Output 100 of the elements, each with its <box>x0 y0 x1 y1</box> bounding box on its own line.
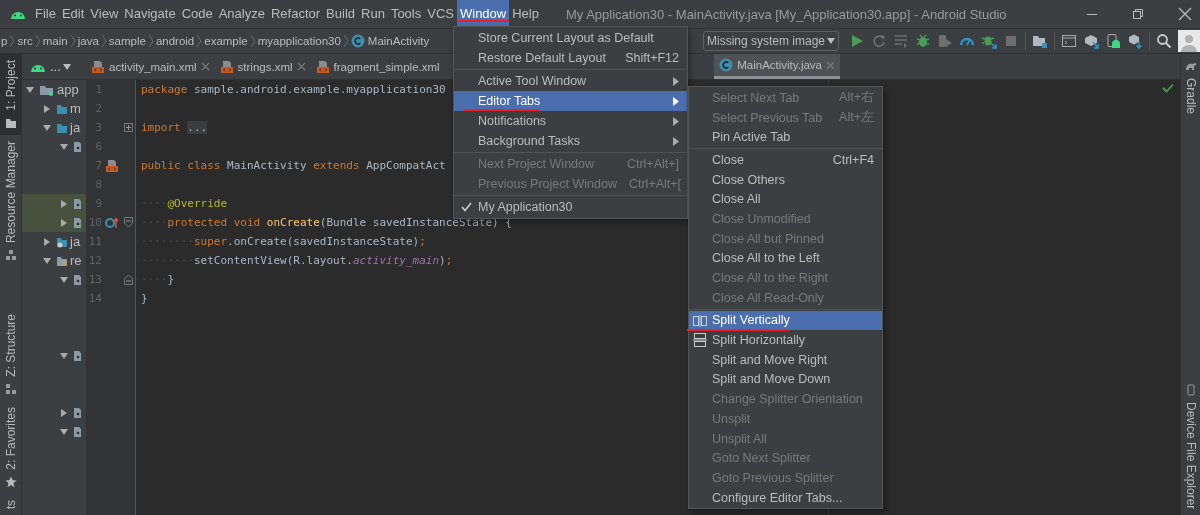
chevron-icon <box>100 34 107 48</box>
editor-tab[interactable]: fragment_simple.xml <box>310 54 445 79</box>
menu-item[interactable]: Split and Move Down <box>689 369 882 390</box>
tree-row[interactable] <box>22 213 86 232</box>
menu-item[interactable]: Refactor <box>267 0 324 28</box>
search-icon[interactable] <box>1156 33 1172 49</box>
menu-item[interactable]: Build <box>323 0 358 28</box>
tree-row[interactable]: re <box>22 251 86 270</box>
tree-row[interactable] <box>22 194 86 213</box>
menu-item[interactable]: Configure Editor Tabs... <box>689 487 882 508</box>
menu-item[interactable]: File <box>32 0 59 28</box>
menu-item[interactable]: Pin Active Tab <box>689 127 882 148</box>
editor-tab[interactable]: activity_main.xml <box>86 54 215 79</box>
menu-item[interactable]: Editor Tabs <box>454 91 687 111</box>
menu-item[interactable]: Split Vertically <box>689 310 882 331</box>
window-icon[interactable] <box>1061 33 1077 49</box>
menu-item[interactable]: Help <box>509 0 542 28</box>
breadcrumb-item[interactable]: main <box>42 35 68 47</box>
tree-row[interactable]: app <box>22 80 86 99</box>
box-arrow-icon[interactable] <box>1083 33 1099 49</box>
menu-item[interactable]: Window <box>456 0 510 28</box>
expanded-arrow-icon[interactable] <box>43 123 51 132</box>
checkmark-icon <box>1162 83 1174 93</box>
collapsed-arrow-icon[interactable] <box>60 199 68 208</box>
fold-start-icon[interactable] <box>124 217 133 228</box>
editor-tab[interactable]: strings.xml <box>214 54 311 79</box>
menu-item[interactable]: Close All to the Left <box>689 248 882 269</box>
collapsed-arrow-icon[interactable] <box>43 237 51 246</box>
code-line: package sample.android.example.myapplication30 <box>141 83 446 96</box>
expanded-arrow-icon[interactable] <box>60 351 68 360</box>
close-icon[interactable] <box>296 62 306 71</box>
override-marker-icon[interactable] <box>105 216 119 229</box>
editor-tab[interactable]: MainActivity.java <box>714 54 840 79</box>
breadcrumb-item[interactable]: example <box>204 35 248 47</box>
expanded-arrow-icon[interactable] <box>60 275 68 284</box>
layout-file-icon <box>315 59 330 74</box>
tool-window-tab[interactable]: Z: Structure <box>0 308 21 401</box>
menu-item[interactable]: Active Tool Window <box>454 71 687 91</box>
breadcrumb-item[interactable]: java <box>77 35 99 47</box>
tree-row[interactable]: ja <box>22 232 86 251</box>
expanded-arrow-icon[interactable] <box>43 256 51 265</box>
menu-item[interactable]: Tools <box>387 0 425 28</box>
menu-item[interactable]: Split Horizontally <box>689 330 882 350</box>
breadcrumb-item[interactable]: sample <box>108 35 146 47</box>
cube-icon[interactable] <box>1127 33 1143 49</box>
fold-end-icon[interactable] <box>124 274 133 285</box>
file-icon <box>74 197 81 210</box>
expanded-arrow-icon[interactable] <box>60 427 68 436</box>
run-configuration-dropdown[interactable]: Missing system image <box>702 31 839 51</box>
tool-window-tab[interactable]: ts <box>0 493 21 515</box>
breadcrumb-item[interactable]: MainActivity <box>350 34 430 48</box>
menu-item[interactable]: Edit <box>58 0 88 28</box>
breadcrumb-item[interactable]: android <box>155 35 195 47</box>
menu-item[interactable]: Close Others <box>689 169 882 190</box>
menu-item[interactable]: Restore Default Layout Shift+F12 <box>454 48 687 68</box>
breadcrumb-item[interactable]: myapplication30 <box>257 35 341 47</box>
collapsed-arrow-icon[interactable] <box>60 408 68 417</box>
collapsed-arrow-icon[interactable] <box>43 104 51 113</box>
tree-row[interactable]: m <box>22 99 86 118</box>
menu-item[interactable]: View <box>87 0 122 28</box>
tool-window-tab[interactable]: 1: Project <box>0 54 21 135</box>
project-view-dropdown[interactable]: ... <box>50 59 71 74</box>
menu-item[interactable]: Split and Move Right <box>689 349 882 370</box>
restore-button[interactable] <box>1132 8 1144 20</box>
menu-item[interactable]: Code <box>178 0 216 28</box>
expanded-arrow-icon[interactable] <box>60 142 68 151</box>
menu-item[interactable]: My Application30 <box>454 197 687 217</box>
menu-item[interactable]: Navigate <box>121 0 179 28</box>
menu-item[interactable]: Run <box>358 0 388 28</box>
close-icon[interactable] <box>200 62 210 71</box>
tree-row[interactable]: ja <box>22 118 86 137</box>
expanded-arrow-icon[interactable] <box>26 85 34 94</box>
code-line: } <box>141 292 148 305</box>
android-logo-icon <box>10 9 26 19</box>
menu-item[interactable]: Close Ctrl+F4 <box>689 150 882 170</box>
tool-window-tab[interactable]: Resource Manager <box>0 134 21 267</box>
phone-icon[interactable] <box>1105 33 1121 49</box>
menu-item[interactable]: Background Tasks <box>454 131 687 151</box>
tool-window-tab[interactable]: Device File Explorer <box>1181 377 1200 515</box>
folder-icon <box>57 235 67 248</box>
chevron-icon <box>34 34 41 48</box>
breadcrumb-item[interactable]: p <box>1 35 8 47</box>
fold-expand-icon[interactable] <box>124 123 133 132</box>
menu-item[interactable]: Analyze <box>215 0 268 28</box>
play-icon[interactable] <box>849 33 865 49</box>
tool-window-tab[interactable]: Gradle <box>1181 54 1200 121</box>
code-line: ····} <box>141 273 175 286</box>
menu-item[interactable]: VCS <box>424 0 457 28</box>
file-icon <box>74 349 81 362</box>
star-icon <box>4 475 17 488</box>
bug-icon[interactable] <box>915 33 931 49</box>
folder-grid-icon[interactable] <box>1032 33 1048 49</box>
menu-item[interactable]: Store Current Layout as Default <box>454 28 687 48</box>
breadcrumb-item[interactable]: src <box>17 35 33 47</box>
menu-item[interactable]: Notifications <box>454 111 687 131</box>
menu-item[interactable]: Close All <box>689 189 882 210</box>
tool-window-tab[interactable]: 2: Favorites <box>0 400 21 494</box>
close-button[interactable] <box>1178 7 1192 21</box>
collapsed-arrow-icon[interactable] <box>60 218 68 227</box>
caret-icon <box>62 63 71 70</box>
